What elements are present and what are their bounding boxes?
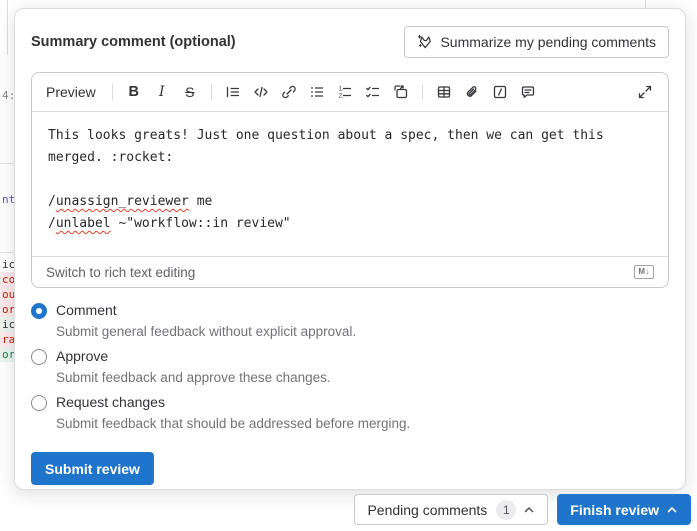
link-icon [281, 84, 297, 100]
radio-request-changes[interactable] [31, 395, 47, 411]
summarize-comments-button[interactable]: Summarize my pending comments [404, 26, 669, 58]
option-comment-description: Submit general feedback without explicit… [56, 321, 669, 342]
editor-footer: Switch to rich text editing M↓ [32, 256, 668, 287]
bullet-list-button[interactable] [304, 79, 330, 105]
task-list-button[interactable] [360, 79, 386, 105]
markdown-editor: Preview B I S 1.2. [31, 72, 669, 288]
diff-line-fragment: nt [0, 192, 14, 207]
italic-button[interactable]: I [149, 79, 175, 105]
diff-line-fragment: co [0, 272, 14, 287]
review-bar: Pending comments 1 Finish review [354, 494, 691, 525]
link-button[interactable] [276, 79, 302, 105]
background-divider [7, 0, 8, 55]
paperclip-icon [464, 84, 480, 100]
svg-text:2.: 2. [338, 93, 343, 100]
finish-review-label: Finish review [570, 502, 659, 518]
italic-icon: I [159, 84, 165, 100]
diff-line-fragment: ra [0, 332, 14, 347]
page: 4:nticcoouoricraor Summary comment (opti… [0, 0, 697, 531]
code-icon [253, 84, 269, 100]
radio-approve[interactable] [31, 349, 47, 365]
toolbar-divider [112, 84, 113, 100]
attach-file-button[interactable] [459, 79, 485, 105]
popover-title: Summary comment (optional) [31, 34, 236, 50]
option-approve-description: Submit feedback and approve these change… [56, 367, 669, 388]
background-divider [0, 252, 15, 253]
diff-line-fragment: or [0, 347, 14, 362]
comment-template-button[interactable] [515, 79, 541, 105]
option-approve-label: Approve [56, 346, 108, 367]
chevron-up-icon [523, 504, 535, 516]
quote-button[interactable] [220, 79, 246, 105]
tanuki-ai-icon [417, 34, 433, 50]
pending-comments-label: Pending comments [367, 502, 487, 518]
submit-review-label: Submit review [45, 461, 140, 477]
switch-rich-text-link[interactable]: Switch to rich text editing [46, 265, 195, 280]
chevron-up-icon [666, 504, 678, 516]
numbered-list-icon: 1.2. [337, 84, 353, 100]
option-request-changes[interactable]: Request changes Submit feedback that sho… [31, 392, 669, 434]
editor-toolbar: Preview B I S 1.2. [32, 73, 668, 112]
table-button[interactable] [431, 79, 457, 105]
bold-icon: B [129, 84, 139, 100]
task-list-icon [365, 84, 381, 100]
pending-count-badge: 1 [496, 500, 516, 520]
code-button[interactable] [248, 79, 274, 105]
collapsible-section-button[interactable] [388, 79, 414, 105]
bullet-list-icon [309, 84, 325, 100]
quick-action-icon [492, 84, 508, 100]
radio-comment[interactable] [31, 303, 47, 319]
submit-review-button[interactable]: Submit review [31, 452, 154, 485]
markdown-icon[interactable]: M↓ [634, 265, 654, 279]
review-popover: Summary comment (optional) Summarize my … [14, 8, 686, 490]
pending-comments-button[interactable]: Pending comments 1 [354, 494, 548, 525]
option-comment[interactable]: Comment Submit general feedback without … [31, 300, 669, 342]
option-request-changes-label: Request changes [56, 392, 165, 413]
quick-action-button[interactable] [487, 79, 513, 105]
comment-template-icon [520, 84, 536, 100]
finish-review-button[interactable]: Finish review [557, 494, 691, 525]
diff-line-fragment: ou [0, 287, 14, 302]
editor-content[interactable]: This looks greats! Just one question abo… [32, 112, 668, 256]
svg-text:1.: 1. [338, 86, 343, 93]
diff-line-fragment: or [0, 302, 14, 317]
background-divider [0, 163, 15, 164]
quote-icon [225, 84, 241, 100]
review-type-options: Comment Submit general feedback without … [31, 300, 669, 434]
strikethrough-button[interactable]: S [177, 79, 203, 105]
diff-line-fragment: ic [0, 317, 14, 332]
option-comment-label: Comment [56, 300, 117, 321]
option-approve[interactable]: Approve Submit feedback and approve thes… [31, 346, 669, 388]
bold-button[interactable]: B [121, 79, 147, 105]
table-icon [436, 84, 452, 100]
collapsible-section-icon [393, 84, 409, 100]
full-screen-icon [637, 84, 653, 100]
numbered-list-button[interactable]: 1.2. [332, 79, 358, 105]
diff-line-fragment: 4: [0, 88, 14, 103]
option-request-changes-description: Submit feedback that should be addressed… [56, 413, 669, 434]
toolbar-divider [211, 84, 212, 100]
summarize-comments-label: Summarize my pending comments [440, 34, 656, 50]
tab-preview[interactable]: Preview [42, 80, 104, 104]
diff-line-fragment: ic [0, 257, 14, 272]
strikethrough-icon: S [185, 84, 194, 100]
popover-header: Summary comment (optional) Summarize my … [31, 25, 669, 58]
toolbar-divider [422, 84, 423, 100]
full-screen-button[interactable] [632, 79, 658, 105]
